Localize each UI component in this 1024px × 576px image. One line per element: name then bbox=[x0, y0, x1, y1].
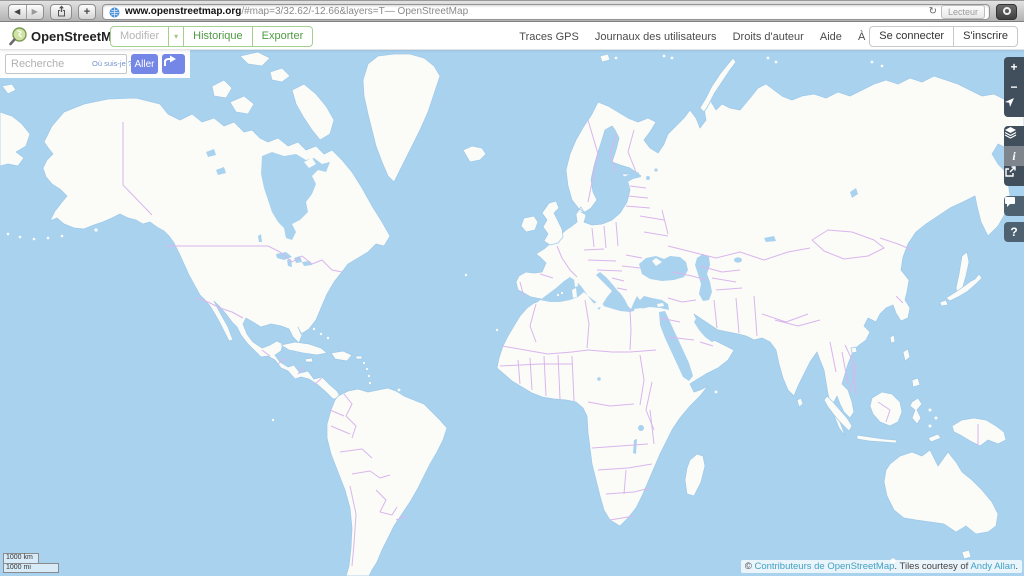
url-host: www.openstreetmap.org bbox=[125, 5, 241, 19]
forward-icon[interactable]: ▶ bbox=[27, 5, 44, 19]
landmasses bbox=[0, 52, 1024, 576]
url-path: /#map=3/32.62/-12.66&layers=T bbox=[241, 5, 384, 19]
directions-button[interactable] bbox=[162, 54, 185, 74]
attribution-middle-text: . Tiles courtesy of bbox=[894, 561, 970, 572]
where-am-i-link[interactable]: Où suis-je ? bbox=[92, 59, 132, 68]
extension-button[interactable] bbox=[996, 4, 1017, 20]
top-navigation: Traces GPS Journaux des utilisateurs Dro… bbox=[506, 31, 902, 43]
map-action-buttons: Modifier ▾ Historique Exporter bbox=[110, 26, 313, 47]
share-map-icon bbox=[1004, 166, 1016, 178]
layers-button[interactable] bbox=[1004, 126, 1024, 146]
site-favicon-globe-icon bbox=[109, 7, 120, 18]
edit-dropdown-caret-icon[interactable]: ▾ bbox=[168, 27, 183, 46]
history-button[interactable]: Historique bbox=[183, 27, 252, 46]
back-icon[interactable]: ◀ bbox=[9, 5, 27, 19]
safari-window: { "browser": { "back": "◀", "forward": "… bbox=[0, 0, 1024, 576]
account-buttons: Se connecter S'inscrire bbox=[869, 26, 1018, 47]
go-button[interactable]: Aller bbox=[131, 54, 158, 74]
locate-button[interactable] bbox=[1004, 97, 1024, 117]
login-button[interactable]: Se connecter bbox=[870, 27, 953, 46]
nav-gps-traces[interactable]: Traces GPS bbox=[519, 31, 579, 43]
tile-author-link[interactable]: Andy Allan bbox=[970, 561, 1015, 572]
attribution-copyright: © bbox=[745, 561, 755, 572]
map-key-button[interactable]: i bbox=[1004, 146, 1024, 166]
edit-button[interactable]: Modifier bbox=[111, 27, 168, 46]
share-button[interactable] bbox=[50, 4, 72, 20]
scale-mi: 1000 mi bbox=[3, 563, 59, 573]
url-title-suffix: — OpenStreetMap bbox=[385, 5, 468, 19]
map-viewport[interactable]: Où suis-je ? Aller + − i ? bbox=[0, 50, 1024, 576]
scale-control: 1000 km 1000 mi bbox=[3, 553, 59, 573]
note-bubble-icon bbox=[1004, 196, 1016, 208]
directions-icon bbox=[162, 54, 177, 67]
zoom-out-button[interactable]: − bbox=[1004, 77, 1024, 97]
new-tab-button[interactable]: + bbox=[78, 4, 96, 20]
reload-icon[interactable]: ↻ bbox=[929, 5, 937, 19]
extension-icon bbox=[1003, 7, 1011, 15]
osm-logo-icon bbox=[8, 26, 29, 47]
add-note-button[interactable] bbox=[1004, 196, 1024, 216]
nav-help[interactable]: Aide bbox=[820, 31, 842, 43]
share-icon bbox=[56, 5, 67, 17]
world-map[interactable] bbox=[0, 50, 1024, 576]
address-bar[interactable]: www.openstreetmap.org/#map=3/32.62/-12.6… bbox=[102, 4, 990, 20]
zoom-in-button[interactable]: + bbox=[1004, 57, 1024, 77]
reader-button[interactable]: Lecteur bbox=[941, 5, 985, 19]
osm-header: OpenStreetMap Modifier ▾ Historique Expo… bbox=[0, 22, 1024, 50]
locate-icon bbox=[1004, 97, 1015, 108]
share-map-button[interactable] bbox=[1004, 166, 1024, 186]
layers-icon bbox=[1004, 126, 1017, 139]
signup-button[interactable]: S'inscrire bbox=[953, 27, 1017, 46]
help-button[interactable]: ? bbox=[1004, 222, 1024, 242]
attribution-suffix: . bbox=[1015, 561, 1018, 572]
map-attribution: © Contributeurs de OpenStreetMap. Tiles … bbox=[741, 560, 1022, 573]
nav-user-diaries[interactable]: Journaux des utilisateurs bbox=[595, 31, 717, 43]
contributors-link[interactable]: Contributeurs de OpenStreetMap bbox=[754, 561, 894, 572]
nav-copyright[interactable]: Droits d'auteur bbox=[733, 31, 804, 43]
history-nav-buttons[interactable]: ◀ ▶ bbox=[8, 4, 44, 20]
export-button[interactable]: Exporter bbox=[252, 27, 313, 46]
scale-km: 1000 km bbox=[3, 553, 39, 563]
search-panel: Où suis-je ? Aller bbox=[0, 50, 190, 78]
browser-toolbar: ◀ ▶ + www.openstreetmap.org/#map=3/32.62… bbox=[0, 0, 1024, 22]
